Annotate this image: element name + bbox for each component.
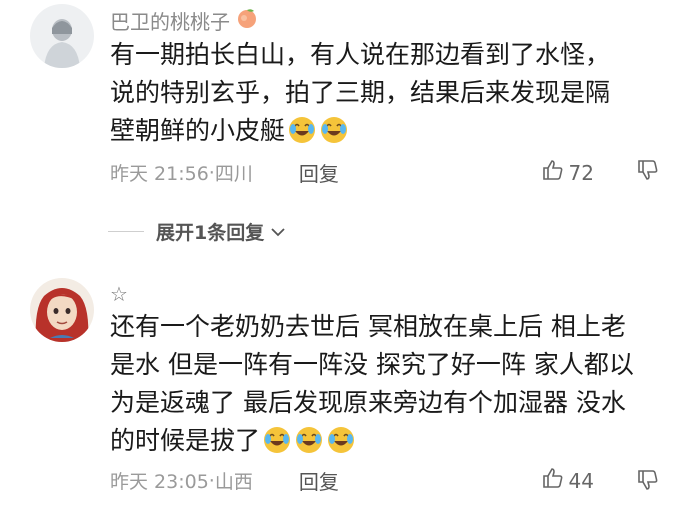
like-button[interactable]: 44 — [541, 466, 594, 495]
comment-meta: 昨天 21:56 · 四川 回复 — [110, 158, 339, 187]
thumbs-up-icon — [541, 158, 565, 187]
crying-laughing-emoji-icon — [292, 426, 324, 455]
comment-time: 昨天 21:56 — [110, 163, 209, 185]
reply-button[interactable]: 回复 — [299, 466, 339, 495]
comment-location: 四川 — [214, 163, 253, 185]
avatar[interactable] — [30, 4, 94, 68]
dislike-button[interactable] — [636, 468, 660, 496]
divider — [108, 231, 144, 232]
comment-location: 山西 — [214, 471, 253, 493]
comment-text: 还有一个老奶奶去世后 冥相放在桌上后 相上老 是水 但是一阵有一阵没 探究了好一… — [110, 312, 634, 455]
peach-icon — [236, 7, 258, 34]
reply-button[interactable]: 回复 — [299, 158, 339, 187]
thumbs-down-icon — [636, 160, 660, 186]
dislike-button[interactable] — [636, 158, 660, 186]
comment-meta: 昨天 23:05 · 山西 回复 — [110, 466, 339, 495]
crying-laughing-emoji-icon — [285, 116, 317, 145]
username[interactable]: 巴卫的桃桃子 — [110, 6, 258, 35]
like-count: 72 — [568, 160, 594, 185]
like-button[interactable]: 72 — [541, 158, 594, 187]
star-icon: ☆ — [110, 282, 128, 306]
crying-laughing-emoji-icon — [317, 116, 349, 145]
like-count: 44 — [568, 468, 594, 493]
comment-item: 巴卫的桃桃子 有一期拍长白山，有人说在那边看到了水怪， 说的特别玄乎，拍了三期，… — [0, 0, 690, 244]
avatar[interactable] — [30, 278, 94, 342]
chevron-down-icon — [270, 221, 286, 243]
comment-time: 昨天 23:05 — [110, 471, 209, 493]
thumbs-down-icon — [636, 470, 660, 496]
comment-item: ☆ 还有一个老奶奶去世后 冥相放在桌上后 相上老 是水 但是一阵有一阵没 探究了… — [0, 270, 690, 505]
expand-replies-button[interactable]: 展开1条回复 — [108, 218, 286, 245]
crying-laughing-emoji-icon — [324, 426, 356, 455]
thumbs-up-icon — [541, 466, 565, 495]
comment-text: 有一期拍长白山，有人说在那边看到了水怪， 说的特别玄乎，拍了三期，结果后来发现是… — [110, 40, 611, 145]
crying-laughing-emoji-icon — [260, 426, 292, 455]
